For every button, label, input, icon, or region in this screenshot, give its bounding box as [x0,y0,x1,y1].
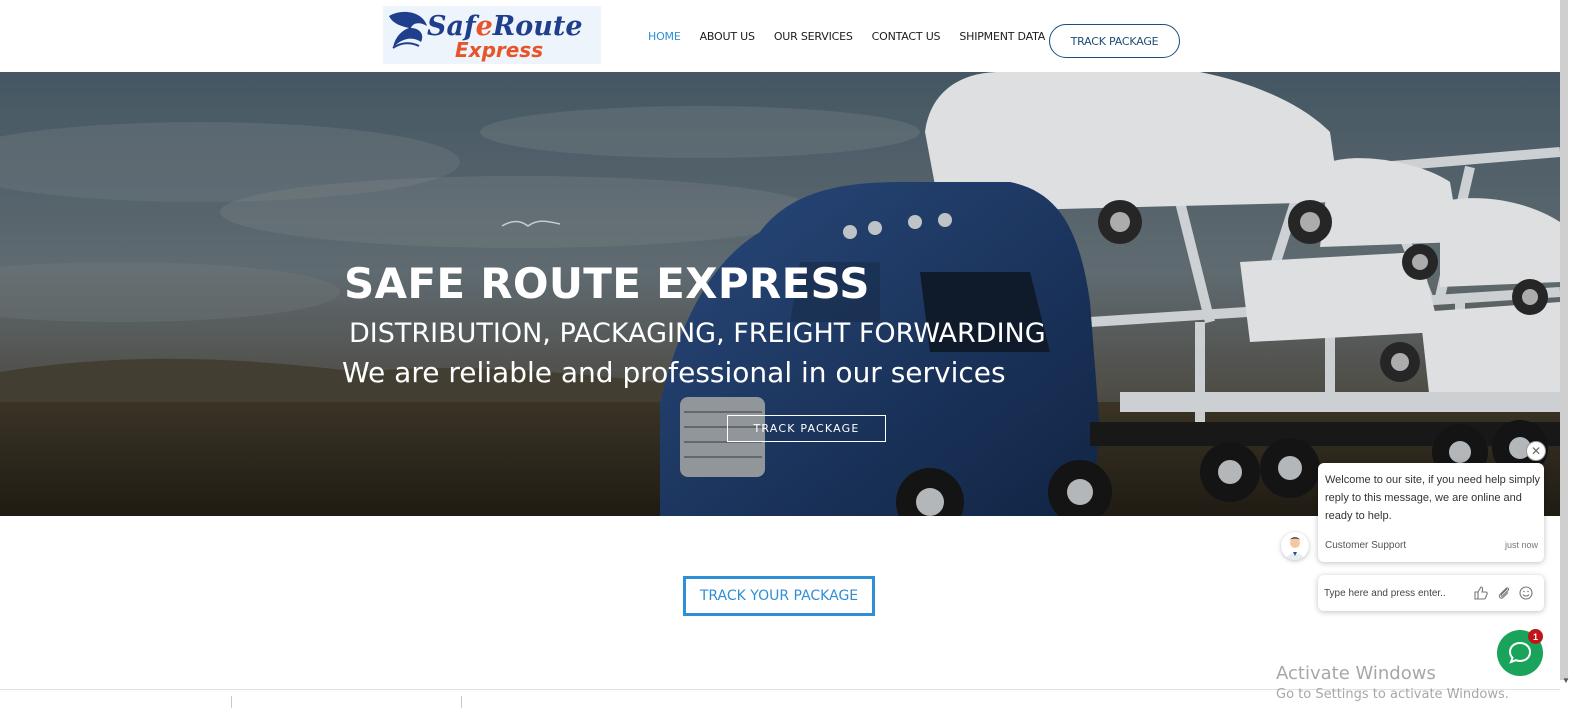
site-header: SafeRoute Express HOME ABOUT US OUR SERV… [0,0,1589,72]
track-your-package-button[interactable]: TRACK YOUR PACKAGE [683,576,875,616]
chat-bubble-icon [1508,641,1532,664]
activate-windows-title: Activate Windows [1276,663,1436,684]
nav-home[interactable]: HOME [648,30,681,43]
hero-track-package-button[interactable]: TRACK PACKAGE [727,415,886,442]
nav-track-package-button[interactable]: TRACK PACKAGE [1049,24,1180,58]
chat-message-card: Welcome to our site, if you need help si… [1318,463,1544,562]
site-logo[interactable]: SafeRoute Express [383,6,601,64]
activate-windows-subtitle: Go to Settings to activate Windows. [1276,687,1509,702]
footer-column-divider [461,696,462,708]
emoji-icon[interactable] [1518,585,1534,601]
chat-message-input[interactable] [1324,584,1464,602]
nav-shipment-data[interactable]: SHIPMENT DATA [959,30,1045,43]
unread-count-badge: 1 [1528,629,1543,644]
hero-title: SAFE ROUTE EXPRESS [344,259,870,308]
nav-about-us[interactable]: ABOUT US [700,30,755,43]
chat-agent-name: Customer Support [1325,540,1407,551]
scrollbar-thumb[interactable] [1560,0,1568,680]
hero-tagline: We are reliable and professional in our … [342,356,1006,389]
paperclip-icon[interactable] [1496,585,1512,601]
thumbs-up-icon[interactable] [1473,585,1489,601]
nav-contact-us[interactable]: CONTACT US [872,30,941,43]
hero-banner: SAFE ROUTE EXPRESS DISTRIBUTION, PACKAGI… [0,72,1560,516]
chat-input-bar [1318,575,1544,611]
chat-timestamp: just now [1504,540,1538,550]
nav-our-services[interactable]: OUR SERVICES [774,30,853,43]
decorative-divider-icon [501,220,561,227]
main-nav: HOME ABOUT US OUR SERVICES CONTACT US SH… [648,0,1064,72]
support-agent-avatar [1281,532,1309,560]
page: SafeRoute Express HOME ABOUT US OUR SERV… [0,0,1589,716]
svg-text:Express: Express [455,38,543,62]
footer-column-divider [231,696,232,708]
chat-close-icon[interactable]: ✕ [1526,441,1546,461]
scroll-down-arrow-icon[interactable]: ▼ [1562,676,1570,685]
hero-subtitle: DISTRIBUTION, PACKAGING, FREIGHT FORWARD… [349,318,1046,349]
chat-message-text: Welcome to our site, if you need help si… [1325,474,1541,522]
